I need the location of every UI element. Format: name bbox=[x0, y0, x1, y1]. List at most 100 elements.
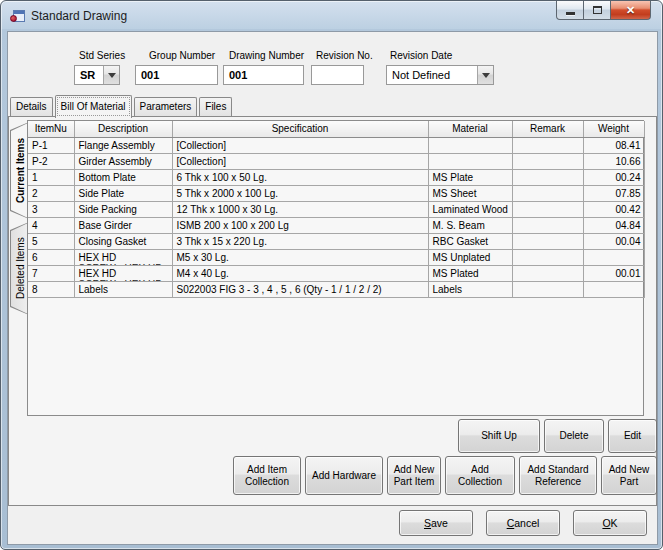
cell-material bbox=[428, 137, 512, 153]
column-header-specification[interactable]: Specification bbox=[172, 121, 428, 137]
cell-specification: M5 x 30 Lg. bbox=[172, 249, 428, 265]
cell-specification: [Collection] bbox=[172, 137, 428, 153]
add-standard-reference-button[interactable]: Add Standard Reference bbox=[519, 456, 597, 495]
save-button[interactable]: Save bbox=[399, 510, 473, 536]
maximize-button[interactable] bbox=[584, 1, 611, 20]
column-header-description[interactable]: Description bbox=[74, 121, 172, 137]
cell-description: Side Plate bbox=[74, 185, 172, 201]
cell-weight bbox=[583, 281, 644, 297]
table-row[interactable]: 7HEX HDSCREW - HEX HDM4 x 40 Lg.MS Plate… bbox=[28, 265, 644, 281]
revision-no-label: Revision No. bbox=[316, 50, 373, 61]
cell-itemnu: 5 bbox=[28, 233, 74, 249]
cell-description: Labels bbox=[74, 281, 172, 297]
cell-weight: 08.41 bbox=[583, 137, 644, 153]
revision-date-combo[interactable]: Not Defined bbox=[386, 65, 494, 85]
tab-bill-of-material[interactable]: Bill Of Material bbox=[55, 95, 132, 118]
cell-specification: [Collection] bbox=[172, 153, 428, 169]
maximize-icon bbox=[593, 6, 602, 14]
table-row[interactable]: 4Base GirderISMB 200 x 100 x 200 LgM. S.… bbox=[28, 217, 644, 233]
column-header-itemnu[interactable]: ItemNu bbox=[28, 121, 74, 137]
cell-itemnu: 2 bbox=[28, 185, 74, 201]
chevron-down-icon bbox=[482, 73, 490, 78]
cell-weight bbox=[583, 249, 644, 265]
cell-description: HEX HDSCREW - HEX HD bbox=[74, 249, 172, 265]
title-bar[interactable]: Standard Drawing ✕ bbox=[1, 1, 662, 31]
cell-remark bbox=[512, 201, 583, 217]
table-row[interactable]: 3Side Packing12 Thk x 1000 x 30 Lg.Lamin… bbox=[28, 201, 644, 217]
cell-description: Closing Gasket bbox=[74, 233, 172, 249]
cell-itemnu: 7 bbox=[28, 265, 74, 281]
cell-material: RBC Gasket bbox=[428, 233, 512, 249]
cell-remark bbox=[512, 265, 583, 281]
shift-up-button[interactable]: Shift Up bbox=[458, 419, 540, 453]
cell-specification: S022003 FIG 3 - 3 , 4 , 5 , 6 (Qty - 1 /… bbox=[172, 281, 428, 297]
close-icon: ✕ bbox=[626, 4, 635, 17]
group-number-label: Group Number bbox=[149, 50, 215, 61]
cell-description: Girder Assembly bbox=[74, 153, 172, 169]
table-row[interactable]: P-2Girder Assembly[Collection]10.66 bbox=[28, 153, 644, 169]
delete-button[interactable]: Delete bbox=[544, 419, 604, 453]
cell-material bbox=[428, 153, 512, 169]
drawing-number-input[interactable]: 001 bbox=[223, 65, 304, 85]
column-header-remark[interactable]: Remark bbox=[512, 121, 583, 137]
cell-material: MS Plated bbox=[428, 265, 512, 281]
grid-header-row: ItemNuDescriptionSpecificationMaterialRe… bbox=[28, 121, 644, 137]
cell-weight: 07.85 bbox=[583, 185, 644, 201]
column-header-weight[interactable]: Weight bbox=[583, 121, 644, 137]
cell-weight: 00.01 bbox=[583, 265, 644, 281]
cell-remark bbox=[512, 233, 583, 249]
chevron-down-icon bbox=[108, 73, 116, 78]
table-row[interactable]: 5Closing Gasket3 Thk x 15 x 220 Lg.RBC G… bbox=[28, 233, 644, 249]
std-series-dropdown-button[interactable] bbox=[103, 66, 119, 84]
cell-material: MS Sheet bbox=[428, 185, 512, 201]
table-row[interactable]: P-1Flange Assembly[Collection] 08.41 bbox=[28, 137, 644, 153]
add-item-collection-button[interactable]: Add Item Collection bbox=[233, 456, 301, 495]
cell-material: MS Unplated bbox=[428, 249, 512, 265]
add-collection-button[interactable]: Add Collection bbox=[445, 456, 515, 495]
column-header-material[interactable]: Material bbox=[428, 121, 512, 137]
add-hardware-button[interactable]: Add Hardware bbox=[305, 456, 383, 495]
add-new-part-item-button[interactable]: Add New Part Item bbox=[387, 456, 441, 495]
cell-description: HEX HDSCREW - HEX HD bbox=[74, 265, 172, 281]
cell-description: Base Girder bbox=[74, 217, 172, 233]
cancel-button[interactable]: Cancel bbox=[486, 510, 560, 536]
cell-description: Flange Assembly bbox=[74, 137, 172, 153]
cell-remark bbox=[512, 281, 583, 297]
cell-remark bbox=[512, 153, 583, 169]
tab-details[interactable]: Details bbox=[10, 97, 53, 116]
std-series-combo[interactable]: SR bbox=[74, 65, 120, 85]
cell-specification: 5 Thk x 2000 x 100 Lg. bbox=[172, 185, 428, 201]
cell-remark bbox=[512, 137, 583, 153]
std-series-label: Std Series bbox=[79, 50, 125, 61]
tabpage-bill-of-material: Current Items Deleted Items ItemNuDescri… bbox=[8, 116, 657, 506]
cell-remark bbox=[512, 249, 583, 265]
cell-specification: 3 Thk x 15 x 220 Lg. bbox=[172, 233, 428, 249]
tab-strip: DetailsBill Of MaterialParametersFiles bbox=[10, 95, 234, 116]
cell-weight: 04.84 bbox=[583, 217, 644, 233]
tab-files[interactable]: Files bbox=[199, 97, 232, 116]
minimize-icon bbox=[566, 12, 575, 15]
cell-material: Labels bbox=[428, 281, 512, 297]
ok-button[interactable]: OK bbox=[573, 510, 647, 536]
revision-date-dropdown-button[interactable] bbox=[477, 66, 493, 84]
group-number-input[interactable]: 001 bbox=[135, 65, 218, 85]
cell-itemnu: 4 bbox=[28, 217, 74, 233]
cell-weight: 00.04 bbox=[583, 233, 644, 249]
cell-description: Bottom Plate bbox=[74, 169, 172, 185]
table-row[interactable]: 8LabelsS022003 FIG 3 - 3 , 4 , 5 , 6 (Qt… bbox=[28, 281, 644, 297]
cell-specification: M4 x 40 Lg. bbox=[172, 265, 428, 281]
cell-material: Laminated Wood bbox=[428, 201, 512, 217]
table-row[interactable]: 1Bottom Plate6 Thk x 100 x 50 Lg.MS Plat… bbox=[28, 169, 644, 185]
close-button[interactable]: ✕ bbox=[611, 1, 651, 20]
minimize-button[interactable] bbox=[556, 1, 584, 20]
tab-parameters[interactable]: Parameters bbox=[134, 97, 198, 116]
cell-material: MS Plate bbox=[428, 169, 512, 185]
revision-no-input[interactable] bbox=[311, 65, 364, 85]
cell-itemnu: 8 bbox=[28, 281, 74, 297]
table-row[interactable]: 6HEX HDSCREW - HEX HDM5 x 30 Lg.MS Unpla… bbox=[28, 249, 644, 265]
edit-button[interactable]: Edit bbox=[608, 419, 657, 453]
table-row[interactable]: 2Side Plate5 Thk x 2000 x 100 Lg.MS Shee… bbox=[28, 185, 644, 201]
cell-itemnu: P-1 bbox=[28, 137, 74, 153]
add-new-part-button[interactable]: Add New Part bbox=[601, 456, 657, 495]
cell-specification: 12 Thk x 1000 x 30 Lg. bbox=[172, 201, 428, 217]
